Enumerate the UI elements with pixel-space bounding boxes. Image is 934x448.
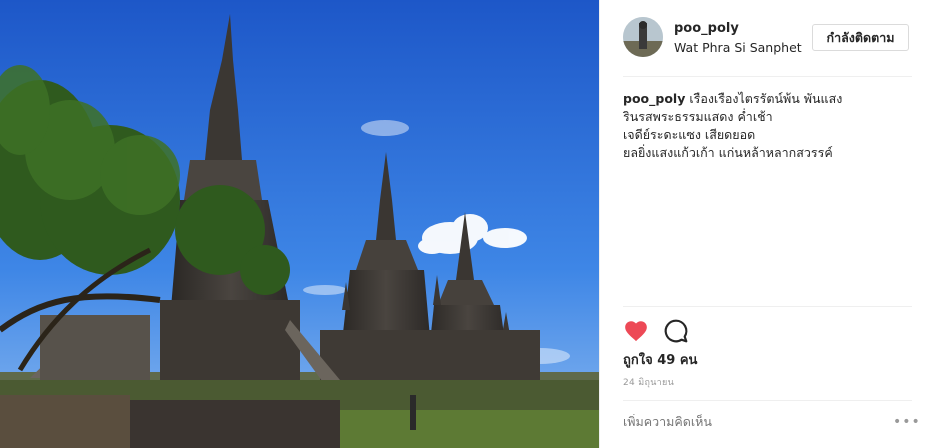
like-count[interactable]: ถูกใจ 49 คน [623, 349, 697, 370]
temple-photo [0, 0, 599, 448]
following-button[interactable]: กำลังติดตาม [812, 24, 909, 51]
avatar[interactable] [623, 17, 663, 57]
heart-icon[interactable] [623, 318, 649, 344]
divider [623, 400, 912, 401]
caption-line-3: เจดีย์ระดะแซง เสียดยอด [623, 127, 756, 142]
post-photo[interactable] [0, 0, 599, 448]
username[interactable]: poo_poly [674, 21, 739, 36]
caption-username[interactable]: poo_poly [623, 91, 685, 106]
location-link[interactable]: Wat Phra Si Sanphet [674, 40, 804, 55]
caption-line-2: รินรสพระธรรมแสดง ค่ำเช้า [623, 109, 773, 124]
more-options-icon[interactable]: ••• [893, 414, 921, 430]
post-sidebar: poo_poly Wat Phra Si Sanphet กำลังติดตาม… [599, 0, 934, 448]
divider [623, 306, 912, 307]
divider [623, 76, 912, 77]
comment-icon[interactable] [663, 318, 689, 344]
caption-line-4: ยลยิ่งแสงแก้วเก้า แก่นหล้าหลากสวรรค์ [623, 145, 833, 160]
caption: poo_poly เรืองเรืองไตรรัตน์พ้น พันแสง ริ… [623, 90, 913, 162]
avatar-image [623, 17, 663, 57]
post-header: poo_poly Wat Phra Si Sanphet กำลังติดตาม [623, 17, 913, 61]
caption-line-1: เรืองเรืองไตรรัตน์พ้น พันแสง [689, 91, 843, 106]
comment-input[interactable] [623, 414, 873, 429]
instagram-post: poo_poly Wat Phra Si Sanphet กำลังติดตาม… [0, 0, 934, 448]
post-date[interactable]: 24 มิถุนายน [623, 375, 674, 389]
